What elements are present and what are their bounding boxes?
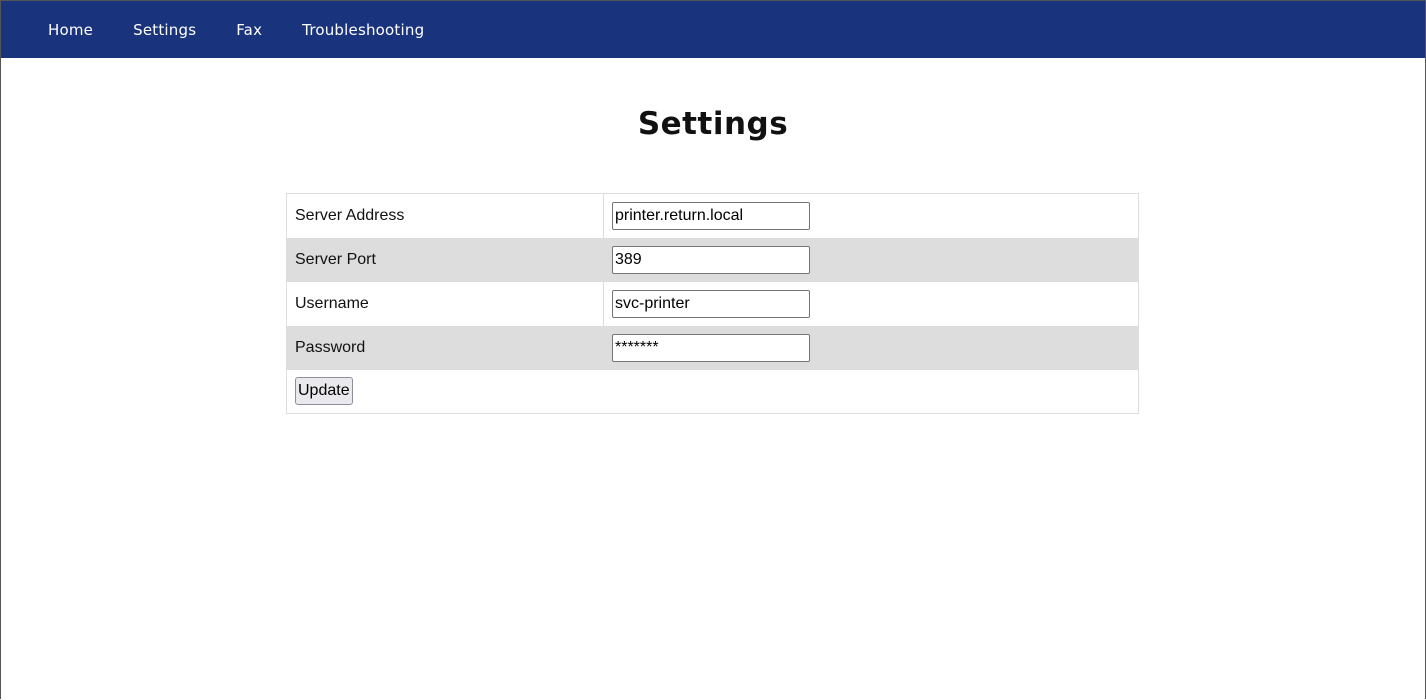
password-row: Password	[286, 325, 1139, 370]
server-address-cell	[604, 194, 1139, 238]
password-input[interactable]	[612, 333, 810, 362]
nav-fax-link[interactable]: Fax	[236, 21, 262, 39]
username-cell	[604, 282, 1139, 326]
server-port-row: Server Port	[286, 237, 1139, 282]
password-cell	[603, 325, 1139, 370]
server-port-cell	[603, 237, 1139, 282]
page-title: Settings	[637, 106, 789, 142]
server-address-label: Server Address	[286, 193, 604, 238]
server-address-input[interactable]	[612, 201, 810, 230]
nav-settings-link[interactable]: Settings	[133, 21, 196, 39]
settings-form-table: Server Address Server Port Username Pass…	[286, 193, 1139, 414]
update-button[interactable]: Update	[295, 377, 353, 406]
username-label: Username	[286, 281, 604, 326]
username-row: Username	[286, 281, 1139, 326]
top-navbar: Home Settings Fax Troubleshooting	[1, 1, 1425, 58]
server-address-row: Server Address	[286, 193, 1139, 238]
server-port-label: Server Port	[286, 237, 604, 282]
nav-home-link[interactable]: Home	[48, 21, 93, 39]
server-port-input[interactable]	[612, 245, 810, 274]
submit-cell: Update	[287, 370, 1139, 414]
nav-troubleshooting-link[interactable]: Troubleshooting	[302, 21, 424, 39]
username-input[interactable]	[612, 289, 810, 318]
password-label: Password	[286, 325, 604, 370]
submit-row: Update	[287, 370, 1139, 414]
